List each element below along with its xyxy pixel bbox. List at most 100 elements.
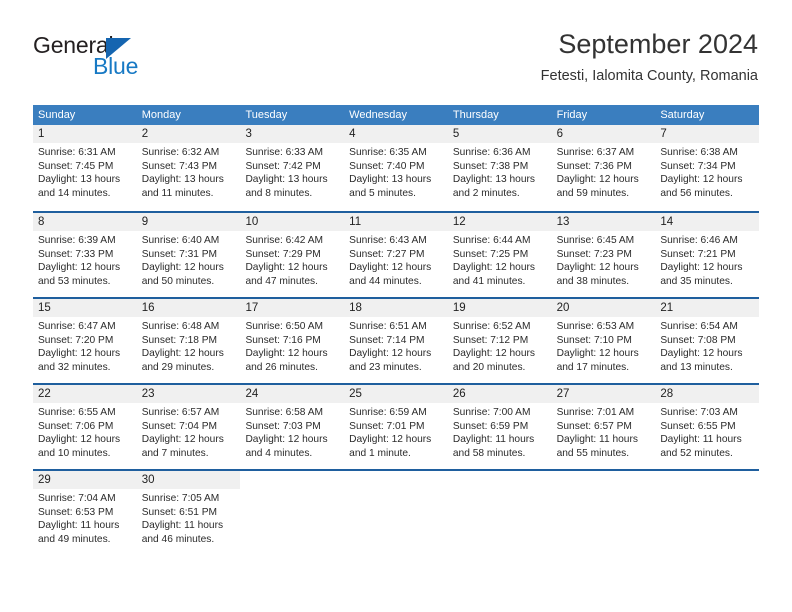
day-detail-line: Sunrise: 7:03 AM: [660, 407, 738, 418]
calendar-day-cell[interactable]: 16 Sunrise: 6:48 AM Sunset: 7:18 PM Dayligh…: [136, 299, 241, 383]
day-detail-line: Sunrise: 6:31 AM: [38, 147, 116, 158]
day-detail-line: Daylight: 12 hours: [349, 434, 432, 446]
day-detail-line: Sunset: 7:40 PM: [349, 160, 425, 172]
day-number-band: [552, 471, 656, 489]
day-number-band: [344, 471, 448, 489]
calendar-day-cell[interactable]: 24 Sunrise: 6:58 AM Sunset: 7:03 PM Dayligh…: [240, 385, 345, 469]
page-title: September 2024: [558, 29, 758, 59]
calendar-day-cell[interactable]: 22 Sunrise: 6:55 AM Sunset: 7:06 PM Dayligh…: [33, 385, 137, 469]
day-detail-line: Sunrise: 6:58 AM: [245, 407, 324, 418]
day-detail-line: Sunrise: 6:54 AM: [660, 321, 738, 332]
day-detail-line: Daylight: 12 hours: [38, 434, 121, 446]
calendar-day-cell[interactable]: 15 Sunrise: 6:47 AM Sunset: 7:20 PM Dayligh…: [33, 299, 137, 383]
day-number-band: [655, 471, 759, 489]
day-number-band: 18: [344, 299, 448, 317]
day-number-band: 19: [447, 299, 552, 317]
day-detail-line: and 10 minutes.: [38, 447, 111, 459]
calendar-week-row: 22 Sunrise: 6:55 AM Sunset: 7:06 PM Dayligh…: [33, 383, 760, 469]
day-number: 22: [38, 388, 51, 400]
weekday-header-row: Sunday Monday Tuesday Wednesday Thursday Frid…: [33, 105, 759, 125]
day-details: Sunrise: 6:44 AM Sunset: 7:25 PM Daylight:…: [448, 231, 552, 288]
day-number-band: 10: [240, 213, 345, 231]
day-details: Sunrise: 6:58 AM Sunset: 7:03 PM Daylight:…: [240, 403, 344, 460]
day-detail-line: and 14 minutes.: [38, 187, 111, 199]
day-number-band: 23: [136, 385, 241, 403]
day-number-band: 16: [136, 299, 241, 317]
day-number: 15: [38, 302, 51, 314]
calendar-day-cell[interactable]: 20 Sunrise: 6:53 AM Sunset: 7:10 PM Dayligh…: [551, 299, 656, 383]
day-detail-line: and 46 minutes.: [141, 533, 215, 545]
day-detail-line: and 59 minutes.: [556, 187, 630, 199]
calendar-day-cell[interactable]: 1 Sunrise: 6:31 AM Sunset: 7:45 PM Daylight…: [33, 125, 137, 211]
day-detail-line: Sunrise: 6:48 AM: [141, 321, 220, 332]
day-detail-line: and 38 minutes.: [556, 275, 630, 287]
day-details: Sunrise: 6:31 AM Sunset: 7:45 PM Daylight:…: [33, 143, 137, 200]
day-detail-line: Sunrise: 7:01 AM: [556, 407, 635, 418]
calendar-day-cell[interactable]: 3 Sunrise: 6:33 AM Sunset: 7:42 PM Daylight…: [240, 125, 345, 211]
day-detail-line: Daylight: 12 hours: [245, 434, 328, 446]
calendar-day-cell[interactable]: 6 Sunrise: 6:37 AM Sunset: 7:36 PM Daylight…: [551, 125, 656, 211]
day-detail-line: Daylight: 12 hours: [452, 348, 535, 360]
day-detail-line: and 13 minutes.: [660, 361, 733, 373]
calendar-day-cell[interactable]: 30 Sunrise: 7:05 AM Sunset: 6:51 PM Dayligh…: [136, 471, 241, 555]
title-block: September 2024 Fetesti, Ialomita County,…: [541, 28, 758, 86]
day-number: 9: [141, 216, 149, 228]
day-detail-line: Daylight: 12 hours: [349, 262, 432, 274]
weekday-header-friday: Friday: [556, 109, 588, 121]
calendar-day-cell[interactable]: 29 Sunrise: 7:04 AM Sunset: 6:53 PM Dayligh…: [33, 471, 137, 555]
day-details: Sunrise: 6:46 AM Sunset: 7:21 PM Daylight:…: [655, 231, 759, 288]
calendar-day-cell[interactable]: 2 Sunrise: 6:32 AM Sunset: 7:43 PM Daylight…: [136, 125, 241, 211]
day-detail-line: Sunset: 7:06 PM: [38, 420, 114, 432]
day-number-band: 1: [33, 125, 137, 143]
calendar-day-cell[interactable]: 7 Sunrise: 6:38 AM Sunset: 7:34 PM Daylight…: [655, 125, 760, 211]
day-detail-line: Daylight: 12 hours: [660, 348, 743, 360]
calendar-day-cell[interactable]: 13 Sunrise: 6:45 AM Sunset: 7:23 PM Dayligh…: [551, 213, 656, 297]
calendar-day-cell[interactable]: 5 Sunrise: 6:36 AM Sunset: 7:38 PM Daylight…: [447, 125, 552, 211]
day-detail-line: Sunset: 7:16 PM: [245, 334, 321, 346]
day-detail-line: Daylight: 12 hours: [141, 348, 224, 360]
day-detail-line: and 7 minutes.: [141, 447, 209, 459]
day-detail-line: Sunrise: 6:43 AM: [349, 235, 427, 246]
calendar-day-cell[interactable]: 4 Sunrise: 6:35 AM Sunset: 7:40 PM Daylight…: [344, 125, 448, 211]
calendar-day-cell[interactable]: 23 Sunrise: 6:57 AM Sunset: 7:04 PM Dayligh…: [136, 385, 241, 469]
day-detail-line: Daylight: 11 hours: [660, 434, 742, 446]
day-detail-line: Sunrise: 6:40 AM: [141, 235, 220, 246]
calendar-week-row: 8 Sunrise: 6:39 AM Sunset: 7:33 PM Daylight…: [33, 211, 760, 297]
calendar-day-cell[interactable]: 18 Sunrise: 6:51 AM Sunset: 7:14 PM Dayligh…: [344, 299, 448, 383]
day-detail-line: Sunrise: 6:52 AM: [452, 321, 531, 332]
day-number: 25: [349, 388, 362, 400]
day-number: 10: [245, 216, 259, 228]
day-detail-line: Sunset: 7:03 PM: [245, 420, 321, 432]
day-number-band: 12: [447, 213, 552, 231]
calendar-day-cell[interactable]: 8 Sunrise: 6:39 AM Sunset: 7:33 PM Daylight…: [33, 213, 137, 297]
calendar-day-cell[interactable]: 26 Sunrise: 7:00 AM Sunset: 6:59 PM Dayligh…: [447, 385, 552, 469]
day-details: Sunrise: 6:43 AM Sunset: 7:27 PM Daylight:…: [344, 231, 448, 288]
calendar-day-cell[interactable]: 10 Sunrise: 6:42 AM Sunset: 7:29 PM Dayligh…: [240, 213, 345, 297]
day-detail-line: Daylight: 13 hours: [38, 174, 121, 186]
weekday-header-tuesday: Tuesday: [245, 109, 288, 121]
calendar-day-cell[interactable]: 9 Sunrise: 6:40 AM Sunset: 7:31 PM Daylight…: [136, 213, 241, 297]
day-details: Sunrise: 6:47 AM Sunset: 7:20 PM Daylight:…: [33, 317, 137, 374]
day-details: Sunrise: 6:53 AM Sunset: 7:10 PM Daylight:…: [552, 317, 656, 374]
calendar-week-row: 1 Sunrise: 6:31 AM Sunset: 7:45 PM Daylight…: [33, 125, 760, 211]
day-detail-line: Sunrise: 6:57 AM: [141, 407, 220, 418]
calendar-day-cell[interactable]: 28 Sunrise: 7:03 AM Sunset: 6:55 PM Dayligh…: [655, 385, 760, 469]
day-number: 16: [141, 302, 155, 314]
day-details: Sunrise: 7:00 AM Sunset: 6:59 PM Daylight:…: [448, 403, 552, 460]
calendar-day-cell[interactable]: 19 Sunrise: 6:52 AM Sunset: 7:12 PM Dayligh…: [447, 299, 552, 383]
calendar-day-cell[interactable]: 21 Sunrise: 6:54 AM Sunset: 7:08 PM Dayligh…: [655, 299, 760, 383]
day-details: Sunrise: 7:03 AM Sunset: 6:55 PM Daylight:…: [655, 403, 759, 460]
calendar-day-cell[interactable]: 14 Sunrise: 6:46 AM Sunset: 7:21 PM Dayligh…: [655, 213, 760, 297]
day-number: 23: [141, 388, 155, 400]
day-details: [655, 489, 759, 492]
day-detail-line: and 29 minutes.: [141, 361, 215, 373]
day-details: Sunrise: 6:35 AM Sunset: 7:40 PM Daylight:…: [344, 143, 448, 200]
day-number: 2: [141, 128, 149, 140]
day-number: 24: [245, 388, 259, 400]
weekday-header-sunday: Sunday: [38, 109, 76, 121]
calendar-day-cell[interactable]: 17 Sunrise: 6:50 AM Sunset: 7:16 PM Dayligh…: [240, 299, 345, 383]
calendar-day-cell[interactable]: 27 Sunrise: 7:01 AM Sunset: 6:57 PM Dayligh…: [551, 385, 656, 469]
calendar-day-cell[interactable]: 12 Sunrise: 6:44 AM Sunset: 7:25 PM Dayligh…: [447, 213, 552, 297]
calendar-day-cell[interactable]: 11 Sunrise: 6:43 AM Sunset: 7:27 PM Dayligh…: [344, 213, 448, 297]
calendar-day-cell[interactable]: 25 Sunrise: 6:59 AM Sunset: 7:01 PM Dayligh…: [344, 385, 448, 469]
